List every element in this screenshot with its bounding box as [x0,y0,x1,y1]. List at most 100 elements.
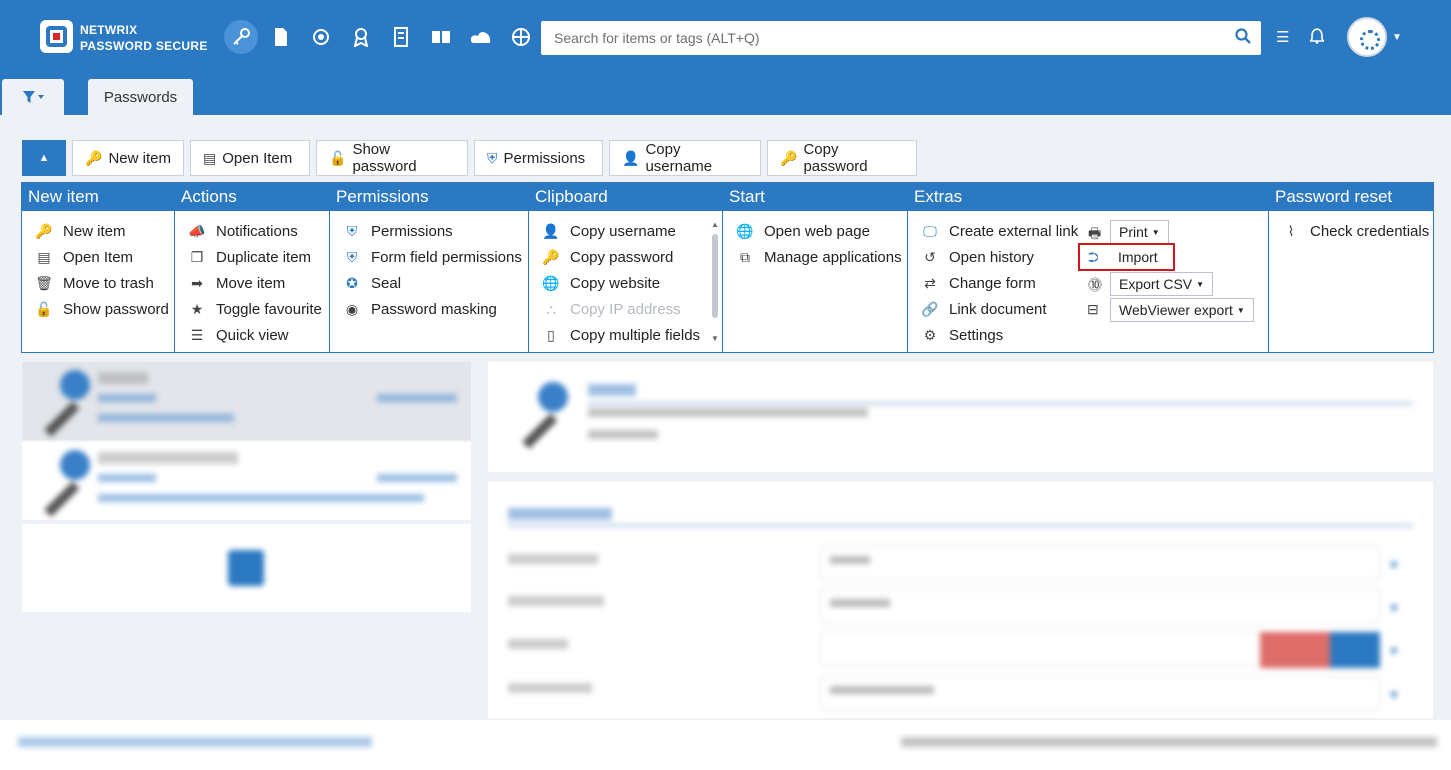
avatar[interactable] [1347,17,1387,57]
detail-form: ▼ ▼ ▼ ▼ [488,482,1433,718]
ribbon-copy-website[interactable]: 🌐 Copy website [529,270,722,296]
filter-tab[interactable] [2,79,64,115]
ribbon-check-credentials[interactable]: ⌇ Check credentials [1269,218,1433,244]
move-arrow-icon: ➡ [191,274,203,291]
ribbon-toggle-favourite[interactable]: ★ Toggle favourite [175,296,329,322]
load-more-button[interactable] [228,550,264,586]
footer-status [901,737,1437,747]
ribbon-item-label: Show password [63,300,169,318]
ribbon-item-label: Permissions [371,222,453,240]
ribbon: New item 🔑 New item ▤ Open Item 🗑 Move to t… [21,182,1434,353]
cloud-icon[interactable] [464,20,498,54]
new-key-icon: 🔑 [35,222,53,239]
snowflake-icon[interactable] [504,20,538,54]
globe-icon: 🌐 [736,222,754,239]
collapse-ribbon-button[interactable]: ▲ [22,140,66,176]
key-icon [32,370,92,437]
permissions-button[interactable]: ⛨ Permissions [474,140,603,176]
ribbon-form-field-permissions[interactable]: ⛨ Form field permissions [330,244,528,270]
document-icon[interactable] [264,20,298,54]
key-copy-icon: 🔑 [542,248,560,265]
scroll-down-icon[interactable]: ▼ [711,334,719,343]
ribbon-duplicate-item[interactable]: ❐ Duplicate item [175,244,329,270]
ribbon-item-label: Copy multiple fields [570,326,701,344]
ribbon-group-title: Password reset [1269,183,1433,211]
ribbon-group-password-reset: Password reset ⌇ Check credentials [1269,183,1433,352]
ribbon-item-label: Notifications [216,222,298,240]
tab-passwords[interactable]: Passwords [88,79,193,115]
form-icon[interactable] [384,20,418,54]
ribbon-item-label: Check credentials [1310,222,1430,240]
ribbon-permissions[interactable]: ⛨ Permissions [330,218,528,244]
list-item[interactable] [22,442,471,520]
brand-name: NETWRIX PASSWORD SECURE [80,22,208,54]
ribbon-open-web-page[interactable]: 🌐 Open web page [723,218,907,244]
search-input[interactable] [541,21,1221,55]
ribbon-notifications[interactable]: 📣 Notifications [175,218,329,244]
ribbon-settings[interactable]: ⚙ Settings [908,322,1268,348]
copy-username-label: Copy username [645,141,713,175]
user-copy-icon: 👤 [542,222,560,239]
ribbon-password-masking[interactable]: ◉ Password masking [330,296,528,322]
task-list-icon[interactable]: ☰ [1276,28,1289,46]
new-item-button[interactable]: 🔑 New item [72,140,184,176]
ribbon-item-label: New item [63,222,126,240]
webviewer-export-dropdown[interactable]: WebViewer export ▼ [1110,298,1254,322]
print-dropdown[interactable]: Print ▼ [1110,220,1169,244]
passwords-key-icon[interactable] [224,20,258,54]
star-icon: ★ [190,300,204,317]
webviewer-export-label: WebViewer export [1119,302,1233,318]
clipboard-scrollbar[interactable]: ▲ ▼ [711,220,719,348]
ribbon-item-label: Copy username [570,222,676,240]
copy-password-button[interactable]: 🔑 Copy password [767,140,917,176]
ribbon-copy-multiple-fields[interactable]: ▯ Copy multiple fields [529,322,722,348]
permissions-label: Permissions [503,149,586,167]
ribbon-copy-username[interactable]: 👤 Copy username [529,218,722,244]
ribbon-show-password[interactable]: 🔓 Show password [22,296,174,322]
ribbon-group-permissions: Permissions ⛨ Permissions ⛨ Form field per… [330,183,529,352]
ribbon-group-actions: Actions 📣 Notifications ❐ Duplicate item ➡… [175,183,330,352]
ribbon-open-item[interactable]: ▤ Open Item [22,244,174,270]
scroll-up-icon[interactable]: ▲ [711,220,719,229]
roles-icon[interactable] [304,20,338,54]
export-csv-label: Export CSV [1119,276,1193,292]
ribbon-manage-applications[interactable]: ⧉ Manage applications [723,244,907,270]
ribbon-group-title: Start [723,183,907,211]
footer [0,720,1451,770]
search-icon[interactable] [1233,28,1253,48]
certificate-icon[interactable] [344,20,378,54]
ribbon-item-label: Manage applications [764,248,902,266]
clipboard-icon: ▯ [547,326,555,343]
scroll-thumb[interactable] [712,234,718,318]
duplicate-icon: ❐ [190,248,204,265]
search-bar [541,21,1261,55]
open-item-button[interactable]: ▤ Open Item [190,140,310,176]
ribbon-group-start: Start 🌐 Open web page ⧉ Manage application… [723,183,908,352]
history-icon: ↺ [924,248,936,265]
ribbon-move-item[interactable]: ➡ Move item [175,270,329,296]
ribbon-item-label: Copy password [570,248,674,266]
export-csv-dropdown[interactable]: Export CSV ▼ [1110,272,1214,296]
copy-password-label: Copy password [803,141,868,175]
list-item[interactable] [22,362,471,440]
ribbon-quick-view[interactable]: ☰ Quick view [175,322,329,348]
ribbon-group-title: New item [22,183,174,211]
ribbon-item-label: Seal [371,274,402,292]
seal-icon: ✪ [346,274,358,291]
shield-icon: ⛨ [487,149,498,166]
ribbon-seal[interactable]: ✪ Seal [330,270,528,296]
bell-icon[interactable] [1308,28,1326,48]
chevron-down-icon[interactable]: ▼ [1392,32,1402,43]
user-copy-icon: 👤 [622,149,640,166]
ribbon-move-to-trash[interactable]: 🗑 Move to trash [22,270,174,296]
copy-username-button[interactable]: 👤 Copy username [609,140,761,176]
show-password-button[interactable]: 🔓 Show password [316,140,468,176]
ribbon-new-item[interactable]: 🔑 New item [22,218,174,244]
megaphone-icon: 📣 [188,222,206,239]
book-icon[interactable] [424,20,458,54]
shield-field-icon: ⛨ [346,248,358,265]
import-highlight [1078,243,1175,271]
caret-down-icon: ▼ [1236,305,1245,315]
ribbon-copy-password[interactable]: 🔑 Copy password [529,244,722,270]
caret-down-icon: ▼ [1196,279,1205,289]
